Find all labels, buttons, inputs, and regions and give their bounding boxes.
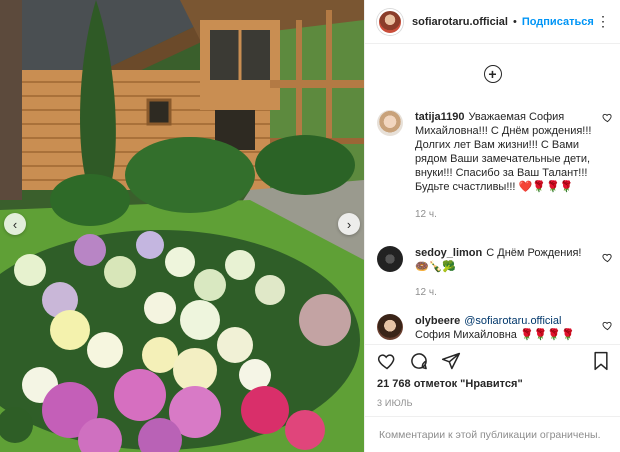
heart-icon[interactable] — [602, 252, 613, 263]
comment-username[interactable]: sedoy_limon — [415, 247, 482, 259]
comment-item: olybeere @sofiarotaru.official София Миха… — [377, 314, 613, 342]
carousel-prev-button[interactable]: ‹ — [4, 213, 26, 235]
photo-image — [0, 0, 364, 452]
chevron-right-icon: › — [346, 216, 352, 232]
heart-icon[interactable] — [602, 112, 613, 123]
post-photo[interactable]: ‹ › — [0, 0, 364, 452]
more-icon[interactable]: ⋮ — [596, 13, 610, 30]
follow-button[interactable]: Подписаться — [522, 16, 594, 28]
comment-avatar[interactable] — [377, 110, 403, 136]
likes-count[interactable]: 21 768 отметок "Нравится" — [377, 378, 523, 390]
post-header: sofiarotaru.official • Подписаться ⋮ — [365, 0, 620, 44]
comment-body: olybeere @sofiarotaru.official София Миха… — [415, 314, 613, 342]
comment-icon[interactable] — [409, 351, 429, 371]
action-bar — [365, 344, 620, 376]
share-icon[interactable] — [441, 351, 461, 371]
comment-avatar[interactable] — [377, 314, 403, 340]
comment-body: tatija1190 Уважаемая София Михайловна!!! … — [415, 110, 613, 222]
comment-text: София Михайловна 🌹🌹🌹🌹 — [415, 329, 575, 341]
author-avatar[interactable] — [377, 8, 403, 35]
comment-username[interactable]: tatija1190 — [415, 111, 465, 123]
separator-dot: • — [512, 15, 517, 28]
add-symbol: + — [488, 66, 497, 82]
comments-restricted-notice: Комментарии к этой публикации ограничены… — [365, 416, 620, 452]
comment-item: tatija1190 Уважаемая София Михайловна!!! … — [377, 110, 613, 222]
add-circle-icon[interactable]: + — [483, 65, 502, 83]
post-date[interactable]: 3 ИЮЛЬ — [377, 398, 413, 408]
comment-mention[interactable]: @sofiarotaru.official — [464, 315, 561, 327]
comment-text: Уважаемая София Михайловна!!! С Днём рож… — [415, 111, 592, 193]
heart-icon[interactable] — [377, 351, 397, 371]
heart-icon[interactable] — [602, 320, 613, 331]
comment-avatar[interactable] — [377, 246, 403, 272]
chevron-left-icon: ‹ — [12, 216, 18, 232]
bookmark-icon[interactable] — [591, 351, 611, 371]
comment-body: sedoy_limon С Днём Рождения! 🍩🍾🥦 12 ч. — [415, 246, 613, 300]
comment-time[interactable]: 12 ч. — [415, 286, 595, 300]
comment-time[interactable]: 12 ч. — [415, 208, 595, 222]
comment-username[interactable]: olybeere — [415, 315, 460, 327]
author-username[interactable]: sofiarotaru.official — [412, 16, 508, 28]
carousel-next-button[interactable]: › — [338, 213, 360, 235]
post-sidebar: sofiarotaru.official • Подписаться ⋮ + t… — [364, 0, 620, 452]
add-section: + — [365, 44, 620, 104]
comment-item: sedoy_limon С Днём Рождения! 🍩🍾🥦 12 ч. — [377, 246, 613, 300]
